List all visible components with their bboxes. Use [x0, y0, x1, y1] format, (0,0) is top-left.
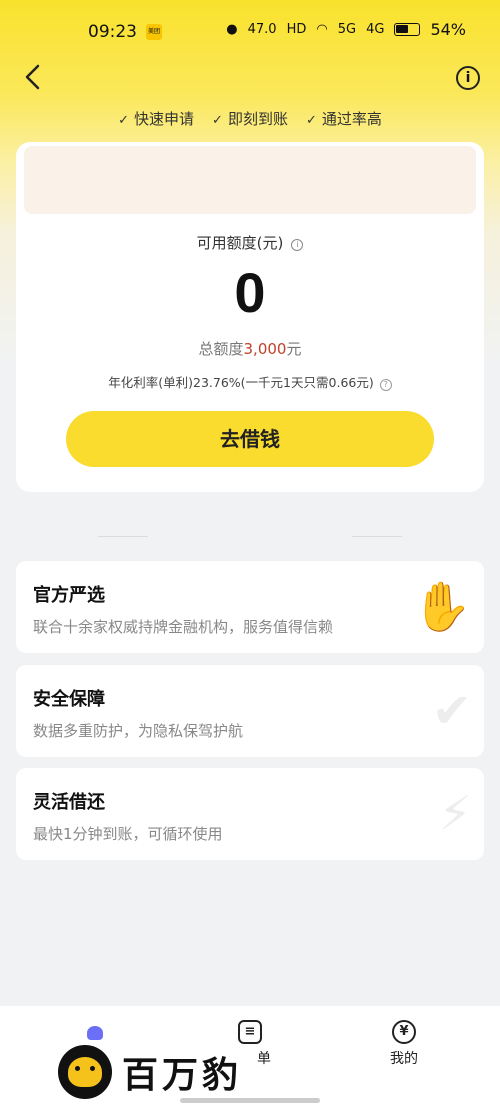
info-card-desc: 数据多重防护，为隐私保驾护航: [33, 722, 244, 740]
info-card-flexible: 灵活借还 最快1分钟到账，可循环使用 ⚡: [16, 768, 484, 860]
feature-item: ✓ 通过率高: [305, 110, 382, 128]
signal-5g-icon: 5G: [337, 22, 357, 37]
info-small-icon[interactable]: i: [291, 239, 304, 251]
shield-check-icon: ✔: [431, 683, 472, 739]
nav-mine[interactable]: ¥ 我的: [364, 1020, 444, 1068]
status-time: 09:23: [88, 22, 137, 42]
info-card-title: 灵活借还: [33, 792, 105, 813]
brand-name: 百万豹: [122, 1054, 243, 1096]
home-user-icon: [87, 1026, 103, 1040]
yen-icon: ¥: [392, 1020, 416, 1044]
battery-icon: [394, 23, 421, 36]
interest-rate-text: 年化利率(单利)23.76%(一千元1天只需0.66元)?: [16, 372, 484, 391]
leopard-logo-icon: [58, 1045, 112, 1099]
info-card-title: 安全保障: [33, 689, 105, 710]
lightning-icon: ⚡: [438, 786, 472, 842]
nav-home[interactable]: [55, 1020, 135, 1044]
info-card-security: 安全保障 数据多重防护，为隐私保驾护航 ✔: [16, 665, 484, 757]
battery-percent: 54%: [430, 20, 466, 39]
info-card-title: 官方严选: [33, 585, 105, 606]
status-bar: 09:23 美团 ● 47.0 HD ◠ 5G 4G 54%: [0, 0, 500, 62]
info-card-desc: 联合十余家权威持牌金融机构，服务值得信赖: [33, 618, 334, 636]
status-indicators: ● 47.0 HD ◠ 5G 4G 54%: [226, 20, 466, 39]
check-icon: ✓: [118, 113, 130, 128]
divider-right: [352, 536, 402, 537]
info-card-desc: 最快1分钟到账，可循环使用: [33, 825, 223, 843]
available-amount: 0: [234, 261, 266, 324]
divider-left: [98, 536, 148, 537]
help-icon[interactable]: ?: [379, 379, 392, 391]
brand-watermark: 百万豹: [58, 1045, 251, 1099]
network-speed: 47.0: [247, 22, 277, 37]
info-icon: i: [465, 70, 471, 86]
total-credit: 总额度3,000元: [198, 340, 302, 358]
available-credit-label: 可用额度(元) i: [16, 232, 484, 253]
feature-highlights: ✓ 快速申请 ✓ 即刻到账 ✓ 通过率高: [0, 108, 500, 129]
promo-banner[interactable]: [24, 146, 476, 214]
feature-item: ✓ 即刻到账: [212, 110, 288, 128]
credit-card-panel: 可用额度(元) i 0 总额度3,000元 年化利率(单利)23.76%(一千元1…: [16, 142, 484, 492]
info-card-official: 官方严选 联合十余家权威持牌金融机构，服务值得信赖 ✋: [16, 561, 484, 653]
borrow-button[interactable]: 去借钱: [66, 411, 434, 467]
signal-4g-icon: 4G: [366, 22, 385, 37]
hd-icon: HD: [286, 22, 307, 37]
check-icon: ✓: [305, 113, 317, 128]
meituan-app-icon: 美团: [146, 24, 162, 40]
total-credit-amount: 3,000: [243, 340, 287, 358]
check-icon: ✓: [212, 113, 223, 128]
nav-orders-label: 单: [257, 1051, 271, 1067]
nav-mine-label: 我的: [390, 1051, 418, 1067]
orders-icon: ≡: [238, 1020, 262, 1044]
feature-item: ✓ 快速申请: [118, 110, 195, 128]
wifi-icon: ◠: [316, 22, 328, 37]
home-indicator[interactable]: [180, 1098, 320, 1103]
back-button[interactable]: [20, 62, 50, 92]
handshake-icon: ✋: [412, 579, 472, 635]
chevron-left-icon: [25, 64, 40, 90]
info-button[interactable]: i: [456, 66, 480, 90]
location-icon: ●: [226, 22, 238, 37]
